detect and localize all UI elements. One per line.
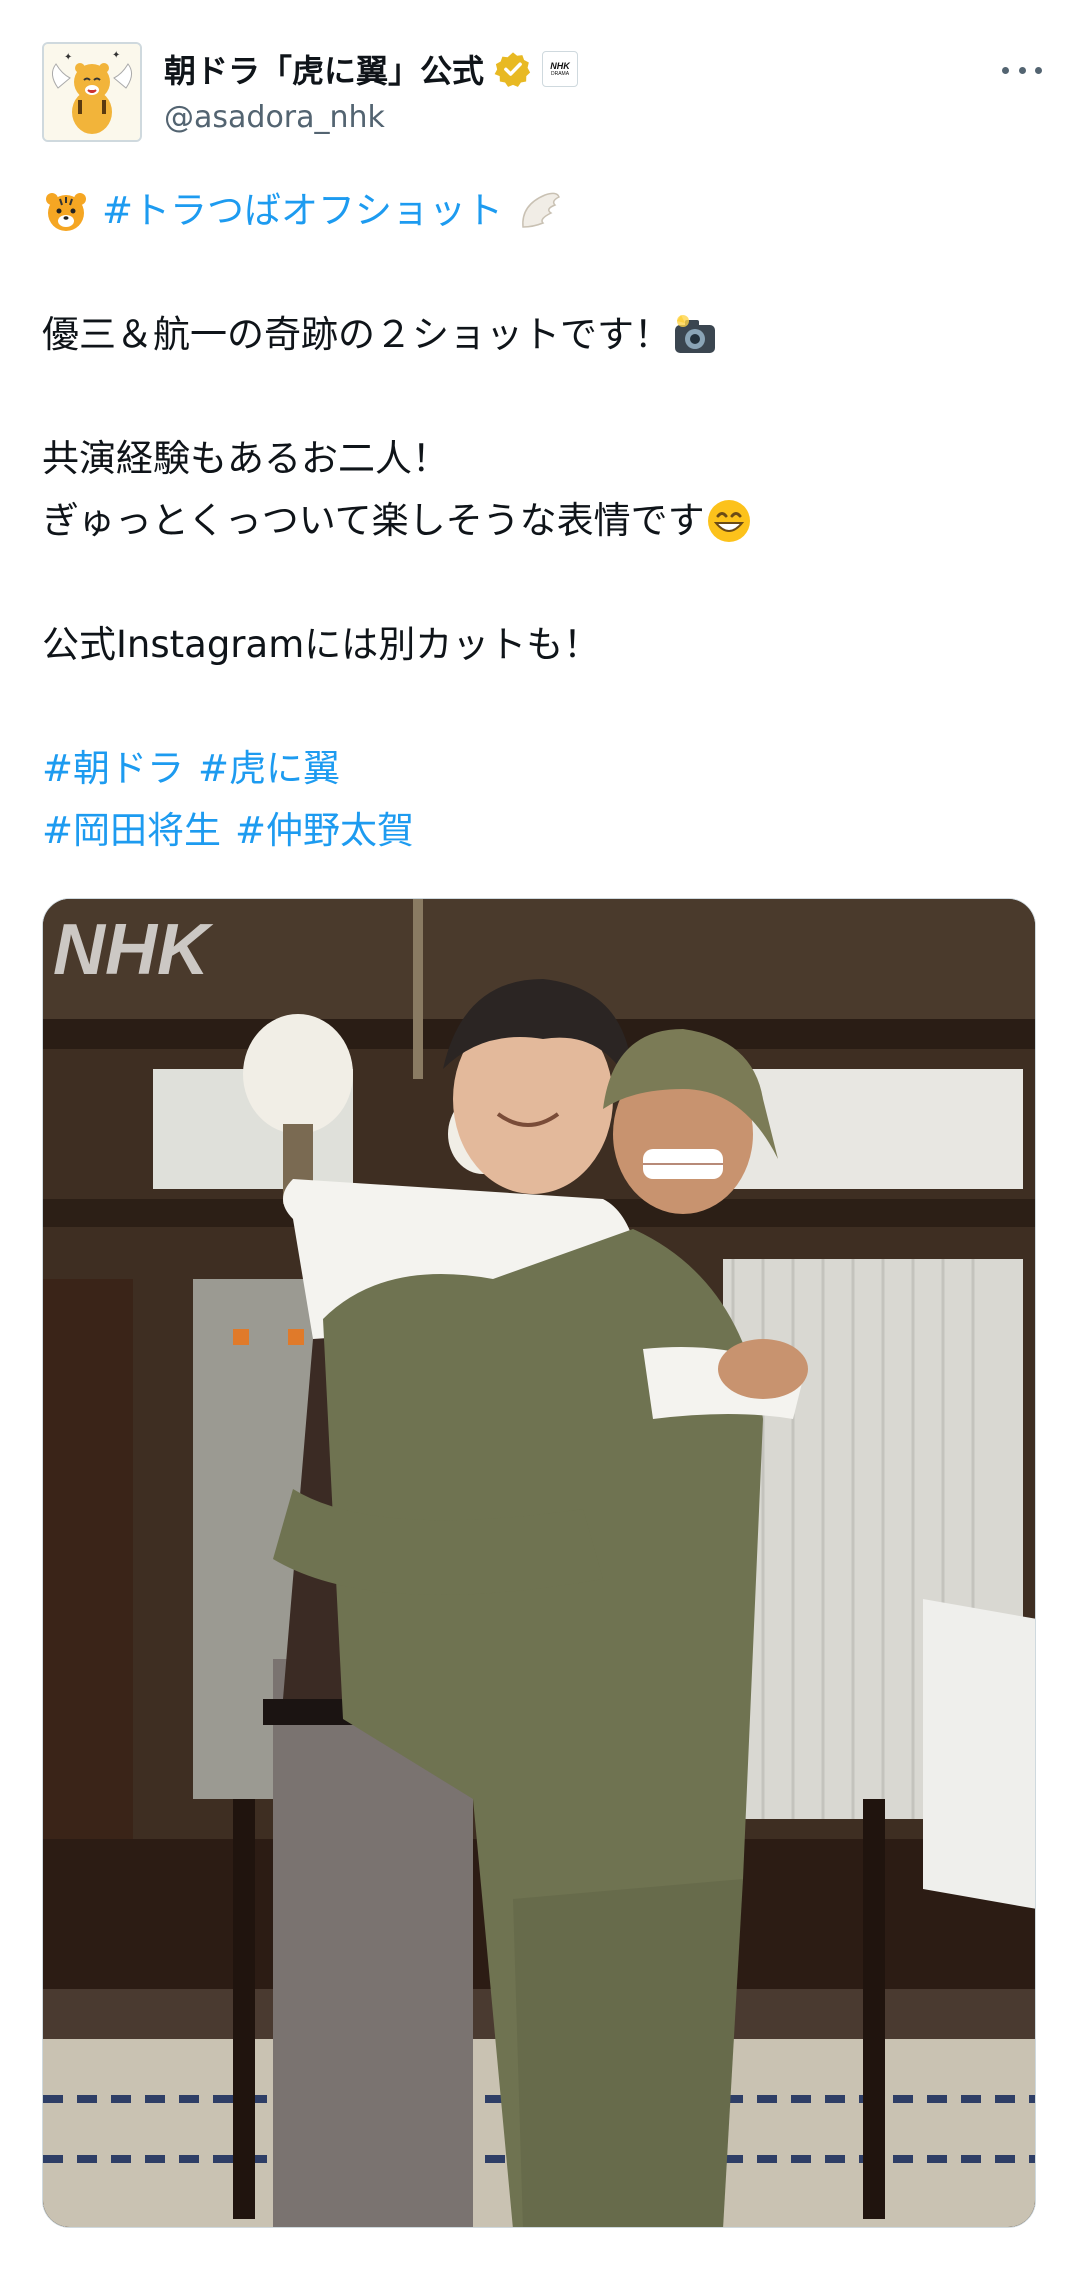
post-text-line2: 優三＆航一の奇跡の２ショットです！: [42, 313, 671, 356]
affiliate-badge[interactable]: NHK DRAMA: [542, 51, 579, 87]
gold-verified-badge-icon: [494, 52, 531, 87]
tiger-face-emoji: [46, 193, 86, 231]
hashtag-link[interactable]: #仲野太賀: [235, 800, 414, 862]
post-line-1: #トラつばオフショット: [42, 180, 1042, 242]
nhk-watermark: NHK: [53, 910, 214, 990]
display-name[interactable]: 朝ドラ「虎に翼」公式: [164, 46, 484, 92]
post-text-line3: 共演経験もあるお二人！: [42, 437, 449, 480]
hashtag-row-2: #岡田将生 #仲野太賀: [42, 800, 1042, 862]
post-text-line4: ぎゅっとくっついて楽しそうな表情です: [42, 499, 705, 542]
camera-with-flash-emoji: [675, 315, 715, 353]
post-header: ✦ ✦ 朝ドラ「虎に翼」公式 NHK DRAMA @asadora_nhk: [42, 42, 1042, 142]
more-dots-icon[interactable]: [1002, 60, 1042, 80]
affiliate-badge-line1: NHK: [550, 60, 570, 71]
hashtag-link[interactable]: #岡田将生: [42, 800, 221, 862]
photo-two-actors-hugging: NHK: [43, 899, 1035, 2227]
post-line-5: 公式Instagramには別カットも！: [42, 614, 1042, 676]
user-handle[interactable]: @asadora_nhk: [164, 100, 385, 135]
tiger-mascot-icon: ✦ ✦: [44, 44, 140, 140]
hashtag-row-1: #朝ドラ #虎に翼: [42, 738, 1042, 800]
avatar[interactable]: ✦ ✦: [42, 42, 142, 142]
grinning-face-emoji: [707, 500, 750, 542]
svg-text:✦: ✦: [112, 50, 120, 61]
name-row: 朝ドラ「虎に翼」公式 NHK DRAMA: [164, 44, 579, 94]
post-text-line5: 公式Instagramには別カットも！: [42, 623, 601, 666]
post-text: #トラつばオフショット 優三＆航一の奇跡の２ショットです！ 共演経験もあるお二人…: [42, 180, 1042, 862]
wing-emoji: [522, 192, 560, 228]
post-line-2: 優三＆航一の奇跡の２ショットです！: [42, 304, 1042, 366]
hashtag-link[interactable]: #虎に翼: [198, 738, 340, 800]
hashtag-link[interactable]: #トラつばオフショット: [102, 180, 503, 242]
hashtag-link[interactable]: #朝ドラ: [42, 738, 184, 800]
svg-text:✦: ✦: [64, 52, 72, 63]
post-photo[interactable]: NHK: [42, 898, 1036, 2228]
affiliate-badge-line2: DRAMA: [550, 70, 570, 77]
post-line-4: ぎゅっとくっついて楽しそうな表情です: [42, 490, 1042, 552]
post-line-3: 共演経験もあるお二人！: [42, 428, 1042, 490]
